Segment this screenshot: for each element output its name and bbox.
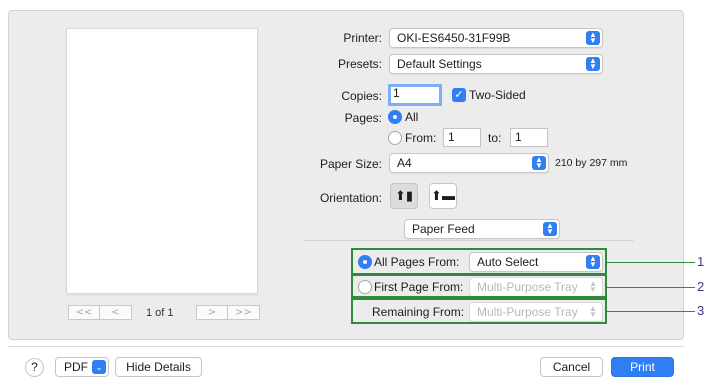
presets-value: Default Settings xyxy=(397,57,482,71)
pdf-menu-button[interactable]: PDF ⌄ xyxy=(55,357,109,377)
presets-select[interactable]: Default Settings ▲ ▼ xyxy=(389,54,603,74)
paper-size-value: A4 xyxy=(397,156,412,170)
paper-size-select[interactable]: A4 ▲ ▼ xyxy=(389,153,549,173)
pages-from-label: From: xyxy=(405,131,437,145)
portrait-icon: ⬆▮ xyxy=(394,188,414,203)
printer-select[interactable]: OKI-ES6450-31F99B ▲ ▼ xyxy=(389,28,603,48)
portrait-orientation-button[interactable]: ⬆▮ xyxy=(390,183,418,209)
pages-range-radio[interactable] xyxy=(388,131,402,145)
pages-label: Pages: xyxy=(344,111,382,125)
copies-field[interactable]: 1 xyxy=(388,84,442,106)
callout-line-1 xyxy=(607,262,695,263)
printer-label: Printer: xyxy=(343,31,382,45)
chevron-down-icon: ⌄ xyxy=(92,360,106,374)
last-page-button[interactable]: >> xyxy=(228,305,260,320)
callout-number-3: 3 xyxy=(697,303,705,318)
landscape-icon: ⬆▬ xyxy=(431,188,455,203)
pages-to-field[interactable]: 1 xyxy=(510,128,548,147)
chevron-updown-icon: ▲ ▼ xyxy=(532,156,546,170)
presets-label: Presets: xyxy=(337,57,382,71)
callout-number-1: 1 xyxy=(697,254,705,269)
paper-size-label: Paper Size: xyxy=(319,157,382,171)
paper-dimensions: 210 by 297 mm xyxy=(555,157,628,169)
two-sided-checkbox[interactable]: ✓ xyxy=(452,88,466,102)
pages-all-label: All xyxy=(405,110,419,124)
first-page-button[interactable]: << xyxy=(68,305,100,320)
preview-nav-forward: > >> xyxy=(196,305,260,321)
section-select[interactable]: Paper Feed ▲ ▼ xyxy=(404,219,560,239)
footer-divider xyxy=(8,346,684,347)
print-dialog: << < 1 of 1 > >> Printer: OKI-ES6450-31F… xyxy=(0,0,707,383)
landscape-orientation-button[interactable]: ⬆▬ xyxy=(429,183,457,209)
chevron-updown-icon: ▲ ▼ xyxy=(586,57,600,71)
cancel-button[interactable]: Cancel xyxy=(540,357,603,377)
printer-value: OKI-ES6450-31F99B xyxy=(397,31,511,45)
page-count: 1 of 1 xyxy=(146,307,174,319)
callout-number-2: 2 xyxy=(697,279,705,294)
callout-box-2 xyxy=(351,274,607,298)
callout-line-3 xyxy=(607,311,695,312)
pages-to-label: to: xyxy=(488,131,502,145)
orientation-label: Orientation: xyxy=(319,191,382,205)
hide-details-button[interactable]: Hide Details xyxy=(115,357,202,377)
prev-page-button[interactable]: < xyxy=(100,305,132,320)
callout-line-2 xyxy=(607,287,695,288)
callout-box-3 xyxy=(351,298,607,324)
page-preview xyxy=(66,28,258,294)
section-value: Paper Feed xyxy=(412,222,475,236)
pages-all-radio[interactable] xyxy=(388,110,402,124)
copies-label: Copies: xyxy=(341,89,382,103)
next-page-button[interactable]: > xyxy=(196,305,228,320)
pdf-label: PDF xyxy=(64,360,88,374)
chevron-updown-icon: ▲ ▼ xyxy=(586,31,600,45)
help-button[interactable]: ? xyxy=(25,358,44,377)
print-button[interactable]: Print xyxy=(611,357,674,377)
section-divider xyxy=(304,240,634,241)
two-sided-label: Two-Sided xyxy=(469,88,526,102)
preview-nav-back: << < xyxy=(68,305,132,321)
chevron-updown-icon: ▲ ▼ xyxy=(543,222,557,236)
callout-box-1 xyxy=(351,248,607,275)
pages-from-field[interactable]: 1 xyxy=(443,128,481,147)
